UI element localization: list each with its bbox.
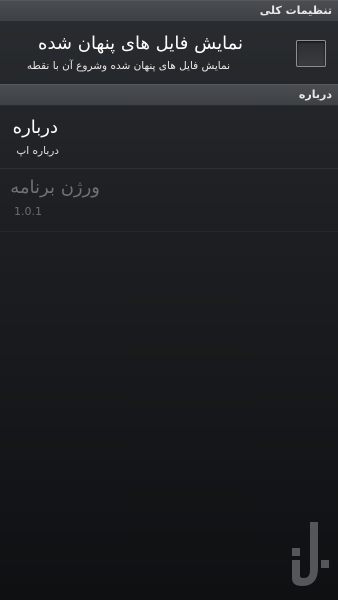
category-header-about: درباره (0, 84, 338, 106)
pref-summary: درباره اپ (16, 145, 59, 157)
show-hidden-files-checkbox[interactable] (296, 40, 326, 67)
bazaar-logo-icon (292, 522, 329, 586)
list-divider (0, 231, 338, 232)
pref-show-hidden-files[interactable]: نمایش فایل های پنهان شده نمایش فایل های … (0, 22, 338, 84)
category-header-general: تنظیمات کلی (0, 0, 338, 22)
pref-summary: نمایش فایل های پنهان شده وشروع آن با نقط… (26, 60, 230, 72)
category-label: تنظیمات کلی (259, 4, 332, 17)
pref-title: نمایش فایل های پنهان شده (38, 33, 243, 54)
category-label: درباره (298, 88, 332, 101)
pref-title: درباره (12, 117, 58, 138)
pref-about[interactable]: درباره درباره اپ (0, 106, 338, 168)
pref-title: ورژن برنامه (10, 177, 100, 198)
pref-version: ورژن برنامه 1.0.1 (0, 169, 338, 231)
pref-summary: 1.0.1 (14, 205, 42, 218)
